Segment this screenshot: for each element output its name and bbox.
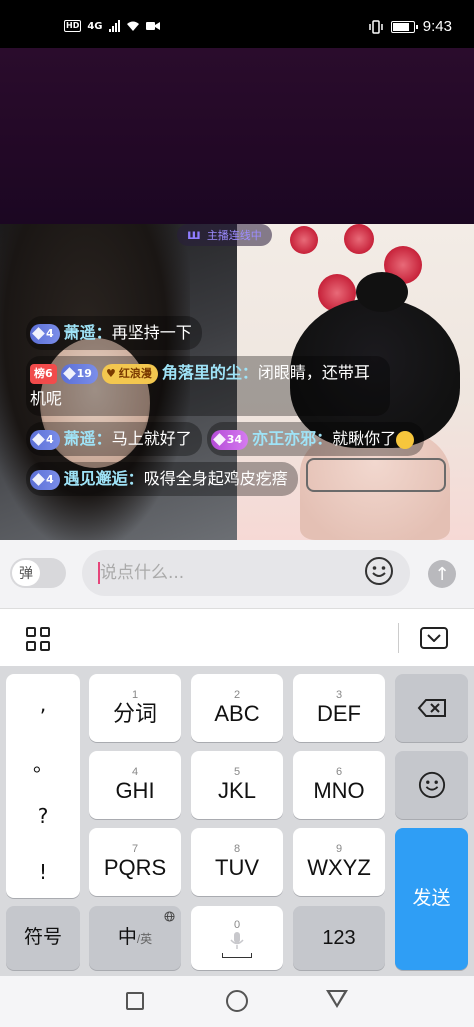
wifi-icon xyxy=(126,21,139,31)
comment-username[interactable]: 萧遥 xyxy=(64,323,96,342)
clock: 9:43 xyxy=(422,18,452,35)
comment-item[interactable]: 4 萧遥：马上就好了 xyxy=(26,422,202,456)
comment-text: 吸得全身起鸡皮疙瘩 xyxy=(143,469,288,488)
key-9[interactable]: 9 WXYZ xyxy=(293,828,385,896)
punct-exclaim[interactable]: ! xyxy=(6,860,80,884)
comment-text: 再坚持一下 xyxy=(111,323,192,342)
comment-item[interactable]: 榜6 19 ♥ 红浪漫 角落里的尘：闭眼睛，还带耳机呢 xyxy=(26,356,390,416)
symbols-key[interactable]: 符号 xyxy=(6,906,80,970)
comment-username[interactable]: 遇见邂逅 xyxy=(64,469,128,488)
key-5[interactable]: 5 JKL xyxy=(191,751,283,819)
keyboard-toolbar xyxy=(0,608,474,666)
language-switch-key[interactable]: 中/英 xyxy=(89,906,181,970)
smiley-icon xyxy=(418,771,445,799)
camera-icon xyxy=(145,22,160,30)
status-bar: HD 4G 9:43 xyxy=(0,0,474,48)
gem-icon xyxy=(32,327,45,340)
fan-club-badge: ♥ 红浪漫 xyxy=(101,363,158,384)
level-badge: 34 xyxy=(210,429,249,450)
status-right: 9:43 xyxy=(369,18,452,35)
recent-apps-icon[interactable] xyxy=(126,992,144,1010)
gem-icon xyxy=(32,473,45,486)
chat-input-bar: 弹 xyxy=(0,540,474,608)
level-badge: 19 xyxy=(60,363,98,384)
punct-period[interactable]: 。 xyxy=(6,748,80,777)
key-7[interactable]: 7 PQRS xyxy=(89,828,181,896)
keyboard-collapse-icon[interactable] xyxy=(420,627,448,649)
streamer-right-bun xyxy=(356,272,408,312)
comment-username[interactable]: 萧遥 xyxy=(64,429,96,448)
system-nav-bar xyxy=(0,976,474,1027)
level-badge: 4 xyxy=(30,429,60,450)
comment-item[interactable]: 4 萧遥：再坚持一下 xyxy=(26,316,202,350)
send-key[interactable]: 发送 xyxy=(395,828,468,970)
gem-icon xyxy=(32,433,45,446)
comment-username[interactable]: 角落里的尘 xyxy=(162,363,242,382)
hd-badge: HD xyxy=(64,20,82,32)
punctuation-column[interactable]: , 。 ? ! xyxy=(6,674,80,898)
globe-icon xyxy=(164,911,175,922)
connect-icon: ш xyxy=(187,227,201,243)
key-1[interactable]: 1 分词 xyxy=(89,674,181,742)
level-badge: 4 xyxy=(30,469,60,490)
comment-text: 马上就好了 xyxy=(111,429,192,448)
toolbar-divider xyxy=(398,623,399,653)
send-arrow-icon[interactable]: ↑ xyxy=(428,560,456,588)
battery-icon xyxy=(390,20,418,33)
wall-decoration xyxy=(290,226,318,254)
key-2[interactable]: 2 ABC xyxy=(191,674,283,742)
chat-input[interactable] xyxy=(100,560,350,586)
rank-badge: 榜6 xyxy=(30,363,57,384)
danmu-toggle-knob: 弹 xyxy=(12,560,40,586)
laughing-emoji-icon xyxy=(396,430,415,449)
gem-icon xyxy=(212,433,226,446)
wall-decoration xyxy=(344,224,374,254)
live-video[interactable]: ш 主播连线中 4 萧遥：再坚持一下 榜6 19 ♥ 红浪漫 角落里的尘：闭眼睛，还带耳机… xyxy=(0,48,474,540)
microphone-icon xyxy=(230,931,244,949)
space-bar-glyph xyxy=(222,952,252,958)
connect-status-pill[interactable]: ш 主播连线中 xyxy=(177,224,272,246)
comment-item[interactable]: 34 亦正亦邪：就瞅你了 xyxy=(206,422,425,456)
gem-icon xyxy=(62,367,76,380)
keyboard: , 。 ? ! 1 分词 2 ABC 3 DEF 4 GHI 5 JKL 6 MNO 7 PQ… xyxy=(0,666,474,976)
vibrate-icon xyxy=(369,19,383,34)
back-icon[interactable] xyxy=(326,990,348,1008)
heart-icon: ♥ xyxy=(105,366,116,380)
comment-item[interactable]: 4 遇见邂逅：吸得全身起鸡皮疙瘩 xyxy=(26,462,298,496)
danmu-toggle[interactable]: 弹 xyxy=(10,558,66,588)
grid-icon[interactable] xyxy=(26,627,50,651)
punct-comma[interactable]: , xyxy=(6,692,80,716)
home-icon[interactable] xyxy=(226,990,248,1012)
backspace-key[interactable] xyxy=(395,674,468,742)
video-top-area xyxy=(0,48,474,224)
signal-icon xyxy=(108,20,120,32)
chevron-down-icon xyxy=(427,634,441,642)
chat-input-box[interactable] xyxy=(82,550,410,596)
key-3[interactable]: 3 DEF xyxy=(293,674,385,742)
battery-fill xyxy=(392,22,409,31)
key-4[interactable]: 4 GHI xyxy=(89,751,181,819)
comment-username[interactable]: 亦正亦邪 xyxy=(252,429,316,448)
status-left: HD 4G xyxy=(64,20,160,32)
emoji-icon[interactable] xyxy=(364,556,394,586)
punct-question[interactable]: ? xyxy=(6,804,80,828)
number-key[interactable]: 123 xyxy=(293,906,385,970)
key-8[interactable]: 8 TUV xyxy=(191,828,283,896)
connect-status-text: 主播连线中 xyxy=(206,229,262,242)
key-6[interactable]: 6 MNO xyxy=(293,751,385,819)
space-key[interactable]: 0 xyxy=(191,906,283,970)
comment-list: 4 萧遥：再坚持一下 榜6 19 ♥ 红浪漫 角落里的尘：闭眼睛，还带耳机呢 4 萧遥：马上… xyxy=(26,316,466,502)
backspace-icon xyxy=(417,699,446,717)
emoji-key[interactable] xyxy=(395,751,468,819)
level-badge: 4 xyxy=(30,323,60,344)
comment-text: 就瞅你了 xyxy=(332,429,397,448)
network-type: 4G xyxy=(87,20,103,32)
